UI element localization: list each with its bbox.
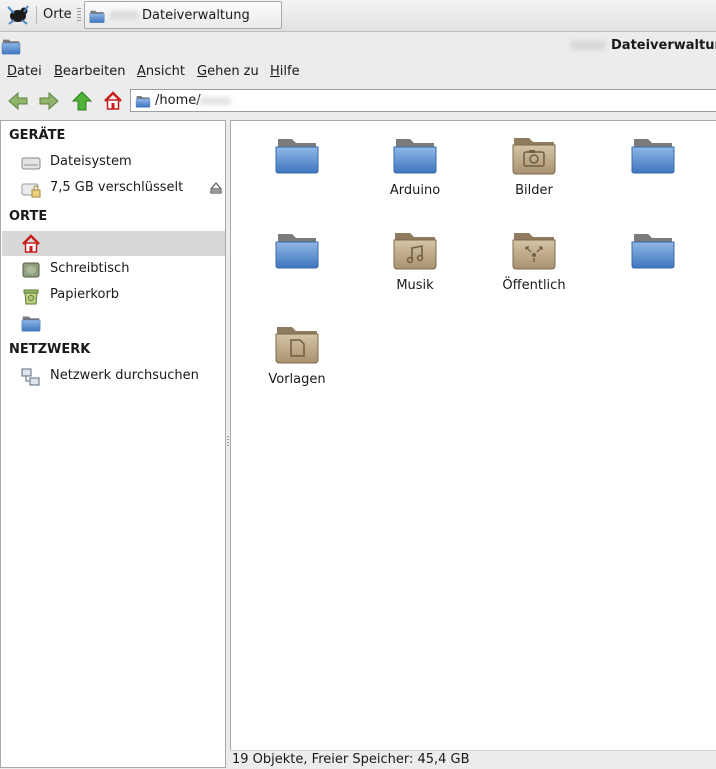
- desktop-icon: [22, 262, 40, 278]
- folder-icon: [392, 133, 438, 175]
- status-bar: 19 Objekte, Freier Speicher: 45,4 GB: [230, 750, 716, 769]
- home-icon: [104, 91, 122, 110]
- network-icon: [21, 368, 40, 386]
- sidebar-section-devices: GERÄTE: [9, 128, 66, 143]
- sidebar-item-label: Dateisystem: [50, 154, 132, 169]
- location-path: /home/: [155, 93, 201, 108]
- file-item-label: Bilder: [515, 183, 553, 198]
- file-item[interactable]: Arduino: [353, 121, 471, 211]
- file-item[interactable]: Vorlagen: [235, 310, 353, 400]
- sidebar-item-home[interactable]: [2, 231, 225, 256]
- harddisk-icon: [21, 157, 41, 170]
- blurred-text: [199, 97, 231, 105]
- home-icon: [22, 234, 40, 253]
- file-item[interactable]: Bilder: [472, 121, 590, 211]
- menu-ansicht[interactable]: Ansicht: [137, 64, 185, 79]
- taskbar-button-file-manager[interactable]: Dateiverwaltung: [84, 1, 282, 29]
- file-item-label: Öffentlich: [502, 278, 566, 293]
- file-item[interactable]: [591, 216, 709, 306]
- file-item-label: Musik: [396, 278, 434, 293]
- menu-hilfe[interactable]: Hilfe: [270, 64, 300, 79]
- sidebar-item-folder[interactable]: [2, 310, 225, 335]
- sidebar-item-trash[interactable]: Papierkorb: [2, 283, 225, 308]
- blurred-text: [570, 41, 606, 50]
- sidebar-item-label: 7,5 GB verschlüsselt: [50, 180, 184, 195]
- file-item[interactable]: [235, 216, 353, 306]
- sidebar-item-desktop[interactable]: Schreibtisch: [2, 257, 225, 282]
- encrypted-drive-icon: [21, 183, 41, 198]
- folder-icon: [630, 133, 676, 175]
- toolbar: /home/: [0, 86, 716, 116]
- folder-icon: [89, 8, 105, 24]
- folder-icon: [135, 94, 151, 108]
- file-item[interactable]: [235, 121, 353, 211]
- forward-button[interactable]: [37, 90, 61, 112]
- icon-view[interactable]: Arduino Bilder Musik Öffentlich Vorlagen: [230, 120, 716, 750]
- xfce-menu-icon[interactable]: [5, 3, 31, 27]
- arrow-left-icon: [8, 92, 28, 110]
- menu-bearbeiten[interactable]: Bearbeiten: [54, 64, 125, 79]
- sidebar-item-label: Papierkorb: [50, 287, 120, 302]
- sidebar-item-label: Netzwerk durchsuchen: [50, 368, 199, 383]
- file-item-label: Arduino: [389, 183, 441, 198]
- sidebar-item-network[interactable]: Netzwerk durchsuchen: [2, 364, 225, 389]
- window-folder-icon[interactable]: [1, 37, 21, 55]
- places-menu[interactable]: Orte: [43, 7, 72, 22]
- menu-datei[interactable]: Datei: [7, 64, 42, 79]
- sidebar-section-places: ORTE: [9, 209, 48, 224]
- sidebar-section-network: NETZWERK: [9, 342, 91, 357]
- trash-icon: [23, 289, 39, 305]
- window-titlebar[interactable]: Dateiverwaltun: [0, 32, 716, 60]
- location-bar[interactable]: /home/: [130, 89, 716, 112]
- menubar: Datei Bearbeiten Ansicht Gehen zu Hilfe: [0, 61, 716, 83]
- taskbar-button-label: Dateiverwaltung: [142, 8, 250, 23]
- sidebar: GERÄTE Dateisystem 7,5 GB verschlüsselt …: [0, 120, 226, 768]
- status-text: 19 Objekte, Freier Speicher: 45,4 GB: [232, 752, 470, 767]
- file-item[interactable]: [591, 121, 709, 211]
- folder-music-icon: [392, 228, 438, 270]
- folder-icon: [274, 133, 320, 175]
- folder-templates-icon: [274, 322, 320, 364]
- sidebar-item-encrypted-volume[interactable]: 7,5 GB verschlüsselt: [2, 176, 225, 201]
- panel-grip[interactable]: [77, 8, 81, 22]
- arrow-up-icon: [72, 91, 92, 111]
- pane-splitter[interactable]: [227, 436, 229, 446]
- parent-folder-button[interactable]: [70, 90, 94, 112]
- arrow-right-icon: [39, 92, 59, 110]
- folder-icon: [630, 228, 676, 270]
- back-button[interactable]: [6, 90, 30, 112]
- home-button[interactable]: [101, 90, 125, 112]
- folder-public-icon: [511, 228, 557, 270]
- blurred-text: [109, 11, 139, 20]
- folder-icon: [21, 313, 41, 333]
- folder-pictures-icon: [511, 133, 557, 175]
- panel-separator: [36, 6, 37, 24]
- eject-icon[interactable]: [209, 181, 223, 195]
- file-item[interactable]: Öffentlich: [472, 216, 590, 306]
- folder-icon: [274, 228, 320, 270]
- window-title: Dateiverwaltun: [611, 38, 716, 53]
- sidebar-item-label: Schreibtisch: [50, 261, 130, 276]
- file-item[interactable]: Musik: [353, 216, 471, 306]
- top-panel: Orte Dateiverwaltung: [0, 0, 716, 32]
- file-item-label: Vorlagen: [268, 372, 326, 387]
- menu-gehen-zu[interactable]: Gehen zu: [197, 64, 259, 79]
- sidebar-item-filesystem[interactable]: Dateisystem: [2, 150, 225, 175]
